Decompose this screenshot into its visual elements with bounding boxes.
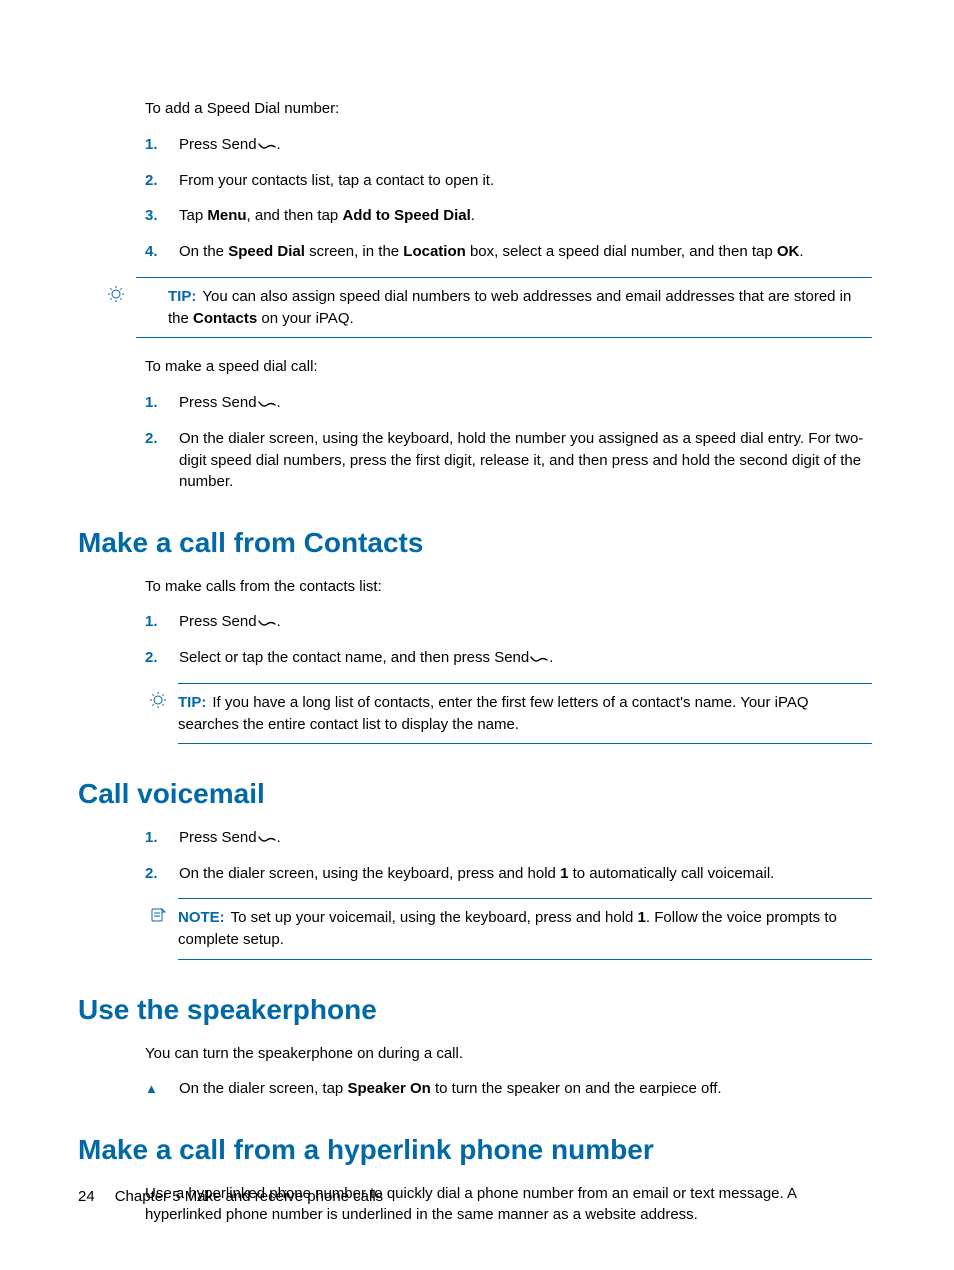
heading-speakerphone: Use the speakerphone — [78, 990, 872, 1031]
page-number: 24 — [78, 1188, 95, 1205]
lightbulb-icon — [108, 286, 124, 309]
speed-dial-add-intro: To add a Speed Dial number: — [145, 98, 872, 120]
heading-hyperlink: Make a call from a hyperlink phone numbe… — [78, 1130, 872, 1171]
list-item: 2. From your contacts list, tap a contac… — [145, 170, 872, 192]
heading-voicemail: Call voicemail — [78, 774, 872, 815]
lightbulb-icon — [150, 692, 166, 715]
list-item: 4. On the Speed Dial screen, in the Loca… — [145, 241, 872, 263]
heading-contacts: Make a call from Contacts — [78, 523, 872, 564]
speed-dial-add-list: 1. Press Send. 2. From your contacts lis… — [145, 134, 872, 263]
speed-dial-call-intro: To make a speed dial call: — [145, 356, 872, 378]
send-icon — [257, 613, 277, 630]
note-callout: NOTE:To set up your voicemail, using the… — [178, 898, 872, 960]
note-icon — [150, 907, 166, 930]
send-icon — [529, 649, 549, 666]
voicemail-list: 1. Press Send. 2. On the dialer screen, … — [145, 827, 872, 885]
speaker-intro: You can turn the speakerphone on during … — [145, 1043, 872, 1065]
page-footer: 24 Chapter 5 Make and receive phone calls — [78, 1186, 383, 1208]
note-label: NOTE: — [178, 909, 225, 926]
contacts-list: 1. Press Send. 2. Select or tap the cont… — [145, 611, 872, 669]
list-item: 3. Tap Menu, and then tap Add to Speed D… — [145, 205, 872, 227]
send-icon — [257, 394, 277, 411]
list-item: 2. On the dialer screen, using the keybo… — [145, 428, 872, 493]
speed-dial-call-list: 1. Press Send. 2. On the dialer screen, … — [145, 392, 872, 493]
contacts-intro: To make calls from the contacts list: — [145, 576, 872, 598]
step-text: From your contacts list, tap a contact t… — [179, 172, 494, 189]
list-item: 1. Press Send. — [145, 392, 872, 414]
tip-label: TIP: — [168, 288, 196, 305]
tip-label: TIP: — [178, 694, 206, 711]
tip-callout: TIP:You can also assign speed dial numbe… — [136, 277, 872, 339]
list-item: 1. Press Send. — [145, 611, 872, 633]
chapter-label: Chapter 5 Make and receive phone calls — [115, 1188, 384, 1205]
triangle-icon: ▲ — [145, 1080, 158, 1099]
list-item: 1. Press Send. — [145, 827, 872, 849]
bullet-item: ▲ On the dialer screen, tap Speaker On t… — [145, 1078, 872, 1100]
list-item: 1. Press Send. — [145, 134, 872, 156]
tip-callout: TIP:If you have a long list of contacts,… — [178, 683, 872, 745]
send-icon — [257, 136, 277, 153]
step-text: Press Send — [179, 136, 257, 153]
send-icon — [257, 829, 277, 846]
list-item: 2. Select or tap the contact name, and t… — [145, 647, 872, 669]
list-item: 2. On the dialer screen, using the keybo… — [145, 863, 872, 885]
